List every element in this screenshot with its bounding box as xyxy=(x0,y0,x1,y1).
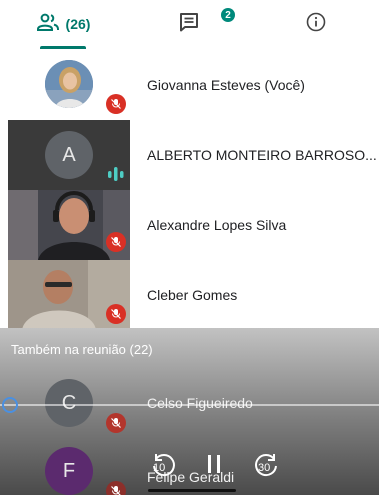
speaking-indicator-icon xyxy=(107,166,125,187)
participant-name: Alexandre Lopes Silva xyxy=(147,217,287,233)
participant-row[interactable]: Cleber Gomes xyxy=(0,260,379,330)
participant-list: Giovanna Esteves (Você) A ALBERTO MONTEI… xyxy=(0,50,379,330)
people-icon xyxy=(36,12,60,37)
home-indicator xyxy=(148,489,236,492)
info-icon xyxy=(306,12,326,37)
avatar: A xyxy=(45,131,93,179)
participant-row[interactable]: Alexandre Lopes Silva xyxy=(0,190,379,260)
participant-row[interactable]: Giovanna Esteves (Você) xyxy=(0,50,379,120)
pause-button[interactable] xyxy=(202,452,226,476)
player-progress-bar[interactable] xyxy=(0,404,379,406)
chat-unread-badge: 2 xyxy=(221,8,235,22)
muted-mic-icon xyxy=(106,232,126,252)
participant-name: Giovanna Esteves (Você) xyxy=(147,77,305,93)
tab-info[interactable] xyxy=(253,0,379,48)
people-count: (26) xyxy=(65,16,91,32)
participant-row[interactable]: F Felipe Geraldi xyxy=(0,441,379,495)
video-tile xyxy=(8,50,130,120)
participant-name: ALBERTO MONTEIRO BARROSO... xyxy=(147,147,377,163)
video-tile xyxy=(8,260,130,330)
player-scrub-handle[interactable] xyxy=(2,397,18,413)
chat-icon xyxy=(179,12,201,37)
muted-mic-icon xyxy=(106,413,126,433)
avatar xyxy=(45,60,93,108)
muted-mic-icon xyxy=(106,304,126,324)
participant-name: Cleber Gomes xyxy=(147,287,238,303)
participant-row[interactable]: C Celso Figueiredo xyxy=(0,371,379,435)
pause-icon xyxy=(208,455,220,473)
forward-30-button[interactable]: 30 xyxy=(252,450,282,480)
tab-chat[interactable] xyxy=(126,0,253,48)
muted-mic-icon xyxy=(106,94,126,114)
rewind-10-button[interactable]: 10 xyxy=(148,450,178,480)
video-tile: A xyxy=(8,120,130,190)
muted-mic-icon xyxy=(106,481,126,495)
active-tab-indicator xyxy=(40,46,86,49)
video-tile xyxy=(8,190,130,260)
tab-people[interactable]: (26) xyxy=(0,0,126,48)
section-header-also-in-meeting: Também na reunião (22) xyxy=(11,342,153,357)
participants-tab-bar: (26) 2 xyxy=(0,0,379,50)
participant-row[interactable]: A ALBERTO MONTEIRO BARROSO... xyxy=(0,120,379,190)
avatar: C xyxy=(45,379,93,427)
rewind-seconds-label: 10 xyxy=(153,462,166,474)
participant-name: Celso Figueiredo xyxy=(147,395,253,411)
avatar: F xyxy=(45,447,93,495)
forward-seconds-label: 30 xyxy=(258,462,271,474)
